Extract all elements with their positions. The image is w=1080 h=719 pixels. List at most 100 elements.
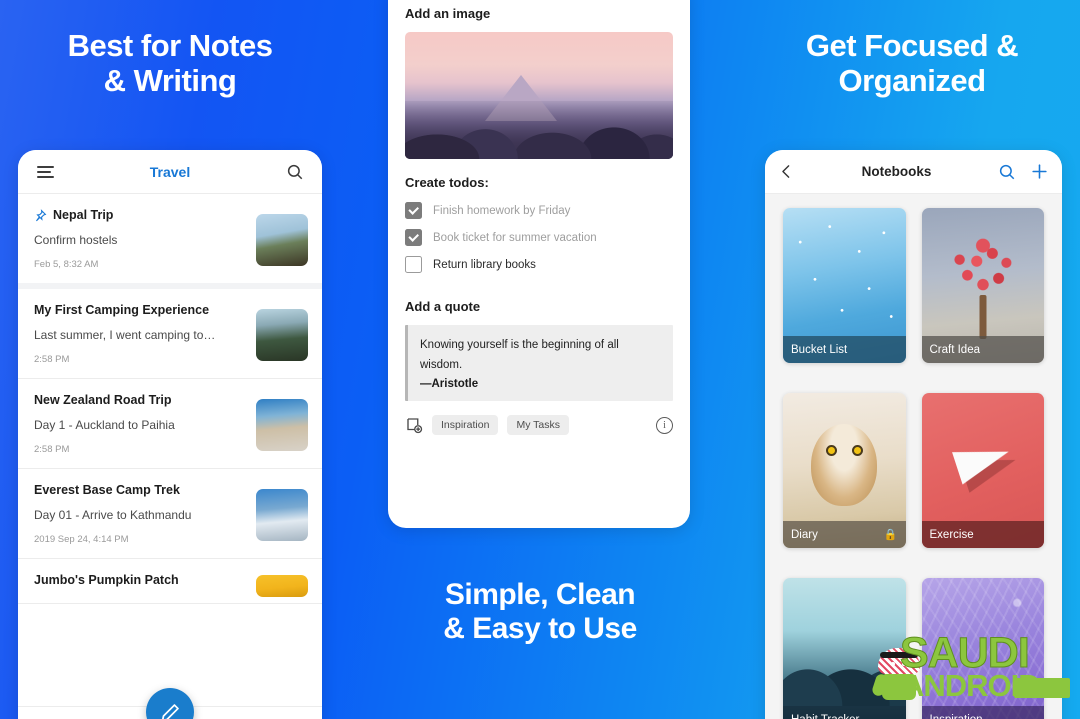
note-snippet: Confirm hostels bbox=[34, 233, 118, 247]
notebook-card[interactable]: Diary 🔒 bbox=[783, 393, 906, 548]
notebook-card[interactable]: Inspiration bbox=[921, 578, 1044, 719]
owl-eye-left bbox=[825, 445, 837, 457]
left-phone-screenshot: Travel Nepal Trip Confirm hostels Feb 5,… bbox=[18, 150, 322, 719]
todo-item[interactable]: Book ticket for summer vacation bbox=[405, 229, 673, 246]
add-image-label: Add an image bbox=[405, 6, 491, 21]
search-icon bbox=[287, 164, 303, 179]
add-attachment-icon[interactable] bbox=[405, 416, 423, 434]
owl-eye-right bbox=[851, 445, 863, 457]
note-thumbnail bbox=[256, 575, 308, 597]
notebook-name: Diary bbox=[791, 528, 818, 541]
note-title: New Zealand Road Trip bbox=[34, 393, 172, 407]
notebook-caption: Exercise bbox=[921, 521, 1044, 548]
tag-chip-my-tasks[interactable]: My Tasks bbox=[507, 415, 570, 436]
right-app-bar: Notebooks bbox=[765, 150, 1062, 194]
note-list-item[interactable]: Everest Base Camp Trek Day 01 - Arrive t… bbox=[18, 469, 322, 559]
note-list-item[interactable]: New Zealand Road Trip Day 1 - Auckland t… bbox=[18, 379, 322, 469]
compose-note-fab[interactable] bbox=[146, 688, 194, 719]
todo-label: Book ticket for summer vacation bbox=[433, 231, 597, 244]
notebook-grid: Bucket List Craft Idea Diary 🔒 Exercise bbox=[765, 194, 1062, 719]
headline-left: Best for Notes & Writing bbox=[67, 28, 273, 99]
notebook-name: Inspiration bbox=[930, 714, 983, 719]
note-title-row: Jumbo's Pumpkin Patch bbox=[34, 573, 246, 587]
right-app-bar-title: Notebooks bbox=[861, 164, 932, 179]
notebook-name: Habit Tracker bbox=[791, 714, 859, 719]
todo-item[interactable]: Finish homework by Friday bbox=[405, 202, 673, 219]
heart-tree-icon bbox=[943, 229, 1022, 308]
todo-label: Return library books bbox=[433, 258, 536, 271]
note-text-block: Nepal Trip Confirm hostels Feb 5, 8:32 A… bbox=[34, 208, 256, 270]
mountain-sunset-image[interactable] bbox=[405, 32, 673, 159]
notebook-caption: Craft Idea bbox=[921, 336, 1044, 363]
left-app-bar-title: Travel bbox=[149, 163, 191, 180]
note-snippet: Day 1 - Auckland to Paihia bbox=[34, 418, 175, 432]
notebook-card[interactable]: Bucket List bbox=[783, 208, 906, 363]
create-todos-label: Create todos: bbox=[405, 175, 489, 190]
note-text-block: Jumbo's Pumpkin Patch bbox=[34, 573, 256, 587]
todo-list: Finish homework by Friday Book ticket fo… bbox=[405, 202, 673, 273]
mountain-silhouette bbox=[783, 654, 906, 706]
note-thumbnail bbox=[256, 399, 308, 451]
search-button[interactable] bbox=[282, 159, 308, 185]
quote-author: —Aristotle bbox=[420, 378, 479, 391]
owl-icon bbox=[811, 424, 878, 506]
note-thumbnail bbox=[256, 214, 308, 266]
back-chevron-icon[interactable] bbox=[778, 163, 795, 180]
notebook-caption: Inspiration bbox=[921, 706, 1044, 719]
screenshot-stage: Best for Notes & Writing Get Focused & O… bbox=[0, 0, 1080, 719]
notebook-card[interactable]: Craft Idea bbox=[921, 208, 1044, 363]
note-thumbnail bbox=[256, 489, 308, 541]
note-timestamp: 2019 Sep 24, 4:14 PM bbox=[34, 534, 129, 545]
note-thumbnail bbox=[256, 309, 308, 361]
headline-middle: Simple, Clean & Easy to Use bbox=[443, 578, 637, 645]
note-text-block: My First Camping Experience Last summer,… bbox=[34, 303, 256, 365]
notebook-caption: Bucket List bbox=[783, 336, 906, 363]
note-list-item[interactable]: My First Camping Experience Last summer,… bbox=[18, 289, 322, 379]
note-snippet: Last summer, I went camping to… bbox=[34, 328, 216, 342]
note-text-block: Everest Base Camp Trek Day 01 - Arrive t… bbox=[34, 483, 256, 545]
notebook-caption: Habit Tracker bbox=[783, 706, 906, 719]
lock-icon: 🔒 bbox=[883, 529, 898, 541]
todo-checkbox-checked[interactable] bbox=[405, 229, 422, 246]
quote-text: Knowing yourself is the beginning of all… bbox=[420, 339, 619, 372]
info-icon[interactable]: i bbox=[656, 416, 673, 434]
quote-block[interactable]: Knowing yourself is the beginning of all… bbox=[405, 325, 673, 402]
notebook-name: Exercise bbox=[929, 528, 974, 541]
note-timestamp: 2:58 PM bbox=[34, 444, 70, 455]
pin-icon bbox=[36, 208, 47, 221]
tag-chip-inspiration[interactable]: Inspiration bbox=[432, 415, 499, 436]
todo-checkbox-checked[interactable] bbox=[405, 202, 422, 219]
note-text-block: New Zealand Road Trip Day 1 - Auckland t… bbox=[34, 393, 256, 455]
compose-pencil-icon bbox=[161, 703, 179, 719]
note-timestamp: Feb 5, 8:32 AM bbox=[34, 259, 99, 270]
note-title: My First Camping Experience bbox=[34, 303, 210, 317]
add-quote-label: Add a quote bbox=[405, 299, 481, 314]
note-snippet: Day 01 - Arrive to Kathmandu bbox=[34, 508, 192, 522]
notebook-card[interactable]: Exercise bbox=[921, 393, 1044, 548]
note-title: Jumbo's Pumpkin Patch bbox=[34, 573, 179, 587]
todo-checkbox-unchecked[interactable] bbox=[405, 256, 422, 273]
todo-label: Finish homework by Friday bbox=[433, 204, 571, 217]
lace-pattern-texture bbox=[921, 578, 1044, 719]
paper-plane-icon bbox=[951, 435, 1014, 485]
note-title-row: Everest Base Camp Trek bbox=[34, 483, 246, 497]
note-list-item[interactable]: Jumbo's Pumpkin Patch bbox=[18, 559, 322, 604]
notebook-name: Craft Idea bbox=[929, 343, 981, 356]
hamburger-menu-button[interactable] bbox=[32, 159, 58, 185]
note-list-item[interactable]: Nepal Trip Confirm hostels Feb 5, 8:32 A… bbox=[18, 194, 322, 289]
note-title-row: New Zealand Road Trip bbox=[34, 393, 246, 407]
notebook-card[interactable]: Habit Tracker bbox=[783, 578, 906, 719]
middle-panel-footer: Inspiration My Tasks i bbox=[388, 401, 690, 436]
hamburger-icon bbox=[36, 163, 54, 181]
plus-icon[interactable] bbox=[1030, 162, 1049, 181]
note-timestamp: 2:58 PM bbox=[34, 354, 70, 365]
search-icon[interactable] bbox=[998, 163, 1016, 181]
headline-right: Get Focused & Organized bbox=[805, 28, 1019, 99]
note-title-row: My First Camping Experience bbox=[34, 303, 246, 317]
notebook-caption: Diary 🔒 bbox=[783, 521, 906, 548]
middle-panel-content: Add an image Create todos: Finish homewo… bbox=[388, 0, 690, 402]
left-app-bar: Travel bbox=[18, 150, 322, 194]
todo-item[interactable]: Return library books bbox=[405, 256, 673, 273]
middle-note-editor-panel: Add an image Create todos: Finish homewo… bbox=[388, 0, 690, 528]
